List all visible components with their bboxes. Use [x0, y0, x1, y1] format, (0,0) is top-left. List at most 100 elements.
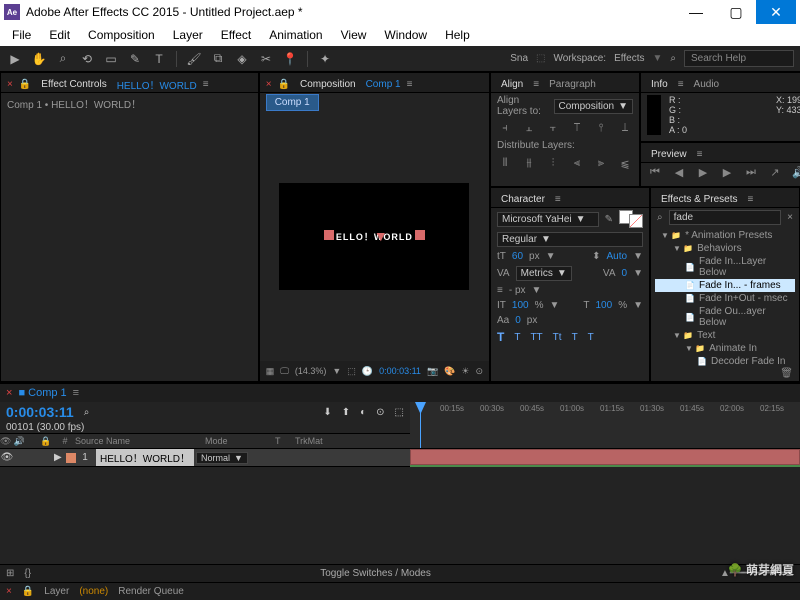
menu-animation[interactable]: Animation [261, 26, 330, 44]
menu-effect[interactable]: Effect [213, 26, 259, 44]
zoom-tool[interactable]: ⌕ [54, 50, 72, 68]
preset-item[interactable]: 📄 Fade In...Layer Below [655, 255, 795, 279]
orbit-tool[interactable]: ⟲ [78, 50, 96, 68]
menu-file[interactable]: File [4, 26, 39, 44]
play-icon[interactable]: ▶ [695, 165, 711, 179]
preset-item[interactable]: ▼ 📁 * Animation Presets [655, 229, 795, 242]
prev-frame-icon[interactable]: ◀ [671, 165, 687, 179]
pin-tool[interactable]: 📍 [281, 50, 299, 68]
align-top-icon[interactable]: ⟙ [569, 121, 585, 135]
clone-tool[interactable]: ⧉ [209, 50, 227, 68]
close-panel-icon[interactable]: × [7, 79, 13, 90]
align-to-dropdown[interactable]: Composition▼ [554, 99, 634, 114]
camera-icon[interactable]: 📷 [427, 366, 438, 377]
caps-icon[interactable]: TT [530, 332, 542, 343]
dist-icon[interactable]: ⫷ [569, 156, 585, 170]
clear-search-icon[interactable]: × [787, 212, 793, 223]
menu-view[interactable]: View [333, 26, 375, 44]
hand-tool[interactable]: ✋ [30, 50, 48, 68]
layer-duration-bar[interactable] [410, 449, 800, 465]
smallcaps-icon[interactable]: Tt [553, 332, 562, 343]
tl-icon[interactable]: ⬚ [395, 407, 404, 418]
toggle-switches[interactable]: Toggle Switches / Modes [41, 568, 710, 579]
rect-tool[interactable]: ▭ [102, 50, 120, 68]
preset-item[interactable]: 📄 Fade In+Out - msec [655, 292, 795, 305]
tab-character[interactable]: Character [497, 192, 549, 207]
text-tool[interactable]: T [150, 50, 168, 68]
italic-icon[interactable]: T [514, 332, 520, 343]
color-icon[interactable]: 🎨 [444, 366, 455, 377]
tab-paragraph[interactable]: Paragraph [545, 77, 600, 92]
lock-icon[interactable]: 🔒 [278, 79, 290, 90]
axis-tool[interactable]: ✦ [316, 50, 334, 68]
comp-tab[interactable]: Comp 1 [266, 94, 319, 111]
dist-icon[interactable]: ⫴ [497, 156, 513, 170]
preset-item[interactable]: ▼ 📁 Text [655, 329, 795, 342]
layer-name[interactable]: HELLO！WORLD！ [96, 449, 194, 466]
align-hcenter-icon[interactable]: ⫠ [521, 121, 537, 135]
menu-layer[interactable]: Layer [165, 26, 211, 44]
preset-item[interactable]: ▼ 📁 Animate In [655, 342, 795, 355]
timeline-layer-row[interactable]: 👁 ▶ 1 HELLO！WORLD！ Normal▼ [0, 449, 410, 467]
align-left-icon[interactable]: ⫞ [497, 121, 513, 135]
search-help[interactable]: Search Help [684, 50, 794, 67]
preset-tree[interactable]: ▼ 📁 * Animation Presets▼ 📁 Behaviors📄 Fa… [651, 227, 799, 366]
zoom-level[interactable]: (14.3%) [295, 366, 327, 376]
font-dropdown[interactable]: Microsoft YaHei▼ [497, 212, 599, 227]
last-frame-icon[interactable]: ⏭ [743, 165, 759, 179]
render-queue-tab[interactable]: Render Queue [118, 586, 184, 597]
grid-icon[interactable]: ▦ [266, 366, 275, 377]
menu-help[interactable]: Help [437, 26, 478, 44]
snap-toggle[interactable]: Sna [510, 53, 528, 64]
tab-audio[interactable]: Audio [690, 77, 724, 92]
eyedropper-icon[interactable]: ✎ [605, 214, 613, 225]
selection-tool[interactable]: ▶ [6, 50, 24, 68]
stroke-swatch[interactable] [629, 214, 643, 228]
preset-search[interactable]: fade [669, 210, 782, 225]
close-timeline-icon[interactable]: × [6, 387, 12, 399]
preset-item[interactable]: 📄 Decoder Fade In [655, 355, 795, 366]
super-icon[interactable]: T [572, 332, 578, 343]
workspace-dropdown[interactable]: Effects [614, 53, 644, 64]
minimize-button[interactable]: — [676, 0, 716, 24]
stroke-px[interactable]: - px [509, 285, 526, 296]
panel-menu-icon[interactable]: ≡ [203, 79, 209, 90]
align-bottom-icon[interactable]: ⟘ [617, 121, 633, 135]
timeline-comp-tab[interactable]: ■ Comp 1 [18, 387, 66, 399]
close-button[interactable]: ✕ [756, 0, 796, 24]
tab-preview[interactable]: Preview [647, 147, 691, 162]
tab-info[interactable]: Info [647, 77, 672, 92]
preset-item[interactable]: ▼ 📁 Behaviors [655, 242, 795, 255]
maximize-button[interactable]: ▢ [716, 0, 756, 24]
close-comp-icon[interactable]: × [266, 79, 272, 90]
baseline-shift[interactable]: 0 [515, 315, 521, 326]
pen-tool[interactable]: ✎ [126, 50, 144, 68]
tl-icon[interactable]: ◐ [360, 407, 366, 418]
loop-icon[interactable]: ↗ [767, 165, 783, 179]
roto-tool[interactable]: ✂ [257, 50, 275, 68]
panel-menu-icon[interactable]: ≡ [407, 79, 413, 90]
trash-icon[interactable]: 🗑 [651, 366, 799, 381]
leading-value[interactable]: Auto [607, 251, 628, 262]
preset-item[interactable]: 📄 Fade Ou...ayer Below [655, 305, 795, 329]
monitor-icon[interactable]: 🖵 [280, 366, 289, 377]
font-style-dropdown[interactable]: Regular▼ [497, 232, 643, 247]
tl-icon[interactable]: ⬇ [323, 407, 331, 418]
layer-panel-label[interactable]: Layer [44, 586, 69, 597]
res-icon[interactable]: ⬚ [347, 366, 356, 377]
tab-effect-controls[interactable]: Effect Controls [37, 77, 110, 92]
hscale[interactable]: 100 [596, 300, 613, 311]
exposure-icon[interactable]: ☀ [461, 366, 469, 377]
blend-mode-dropdown[interactable]: Normal▼ [196, 452, 248, 464]
timeline-search[interactable]: ⌕ [84, 407, 90, 418]
text-layer[interactable]: ELLO！WORLD ▼ [336, 230, 413, 243]
font-size[interactable]: 60 [512, 251, 523, 262]
vscale[interactable]: 100 [512, 300, 529, 311]
layer-bar-area[interactable] [410, 449, 800, 467]
mute-icon[interactable]: 🔊 [791, 165, 800, 179]
lock-icon[interactable]: 🔒 [19, 79, 31, 90]
tracking-value[interactable]: 0 [622, 268, 628, 279]
dist-icon[interactable]: ⫵ [521, 156, 537, 170]
menu-composition[interactable]: Composition [80, 26, 163, 44]
sub-icon[interactable]: T [588, 332, 594, 343]
